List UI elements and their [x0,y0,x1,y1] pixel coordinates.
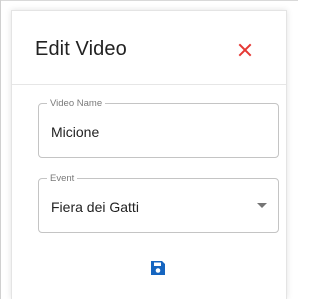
save-icon [151,261,165,275]
video-name-value[interactable]: Micione [51,124,99,140]
video-name-field[interactable]: Video Name Micione [38,97,279,158]
dialog-title: Edit Video [35,38,127,60]
video-name-label: Video Name [47,97,106,110]
close-icon [238,43,252,57]
backdrop-top-edge [0,0,298,1]
edit-video-dialog: Edit Video Video Name Micione Event Fier… [11,10,287,299]
header-divider [12,84,286,85]
backdrop-left-edge [0,0,1,299]
chevron-down-icon[interactable] [257,203,267,209]
close-button[interactable] [236,41,254,59]
event-label: Event [47,172,78,185]
event-select[interactable]: Event Fiera dei Gatti [38,172,279,233]
save-button[interactable] [149,259,167,277]
dialog-header: Edit Video [12,11,286,85]
event-value: Fiera dei Gatti [51,199,139,215]
